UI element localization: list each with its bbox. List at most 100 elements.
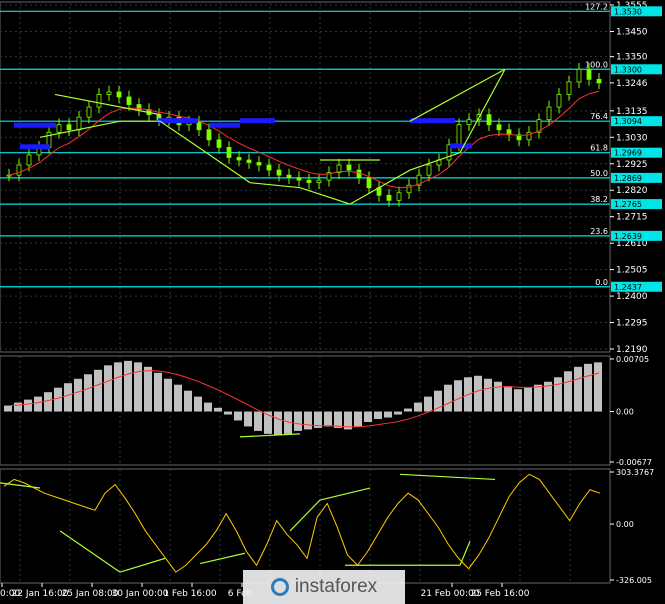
fib-level-pct: 50.0	[590, 169, 608, 178]
oscillator-trend-line	[319, 487, 371, 501]
oscillator-trend-line	[59, 530, 121, 573]
support-resistance-zone	[158, 118, 198, 124]
histogram-panel: 0.00705 0.00 -0.00677	[0, 355, 652, 467]
trend-line	[39, 68, 506, 205]
histogram-bar	[234, 411, 242, 421]
fib-level-pct: 23.6	[590, 227, 608, 236]
histogram-bar	[494, 381, 502, 412]
candle-body	[306, 179, 312, 184]
histogram-bar	[44, 392, 52, 412]
support-resistance-zone	[240, 118, 275, 124]
histogram-bar	[4, 405, 12, 412]
histogram-bar	[594, 362, 602, 412]
candle-body	[496, 124, 502, 131]
hist-tick-label: -0.00677	[616, 458, 652, 467]
histogram-bar	[414, 402, 422, 412]
chart-canvas: 1.35551.34501.33501.32461.31351.30301.29…	[0, 1, 662, 599]
fib-level-pct: 61.8	[590, 144, 608, 153]
fib-value-label: 1.2639	[614, 232, 642, 241]
histogram-bar	[184, 390, 192, 412]
logo-text: instaforex	[294, 576, 378, 597]
candle-body	[256, 162, 262, 166]
histogram-bar	[214, 407, 222, 412]
time-tick-label: 1 Feb 16:00	[163, 589, 217, 599]
oscillator-trend-line	[289, 499, 321, 532]
price-tick-label: 1.3030	[616, 133, 648, 143]
histogram-bar	[534, 384, 542, 412]
histogram-bar	[514, 389, 522, 412]
oscillator-trend-line	[199, 552, 246, 565]
candle-body	[526, 131, 532, 141]
trend-line	[54, 93, 161, 116]
oscillator-frame	[0, 468, 611, 584]
candle-body	[296, 177, 302, 181]
price-tick-label: 1.2400	[616, 292, 648, 302]
fib-value-label: 1.3094	[614, 117, 642, 126]
candle-body	[386, 194, 392, 201]
watermark-logo: instaforex	[243, 570, 405, 604]
candle-body	[246, 159, 252, 163]
histogram-bar	[114, 362, 122, 412]
fib-value-label: 1.2437	[614, 283, 642, 292]
candle-body	[16, 164, 22, 176]
price-panel: 1.35551.34501.33501.32461.31351.30301.29…	[0, 1, 662, 583]
histogram-bar	[94, 369, 102, 412]
candle-body	[26, 154, 32, 166]
candle-body	[426, 164, 432, 176]
price-tick-label: 1.2295	[616, 319, 648, 329]
histogram-bar	[244, 411, 252, 427]
candle-body	[226, 146, 232, 158]
candle-body	[216, 139, 222, 148]
histogram-bar	[124, 360, 132, 412]
candle-body	[66, 124, 72, 131]
histogram-bar	[64, 383, 72, 412]
osc-tick-label: 0.00	[616, 520, 634, 529]
candle-body	[286, 174, 292, 179]
support-resistance-zone	[210, 122, 240, 128]
histogram-bar	[14, 402, 22, 412]
histogram-bar	[554, 377, 562, 412]
time-tick-label: 25 Feb 16:00	[470, 589, 529, 599]
fib-level-pct: 127.2	[585, 2, 608, 11]
oscillator-trend-line	[119, 557, 166, 573]
oscillator-trend-line	[399, 473, 496, 481]
price-tick-label: 1.3135	[616, 107, 648, 117]
histogram-bar	[274, 411, 282, 436]
price-tick-label: 1.2820	[616, 186, 648, 196]
candle-body	[586, 68, 592, 80]
candle-body	[76, 116, 82, 131]
candle-body	[236, 157, 242, 161]
histogram-bar	[144, 366, 152, 412]
candle-body	[96, 94, 102, 108]
oscillator-line	[3, 473, 601, 573]
price-tick-label: 1.2190	[616, 345, 648, 355]
support-resistance-zone	[450, 143, 472, 149]
support-resistance-zone	[14, 122, 56, 128]
price-frame	[0, 1, 611, 353]
price-tick-label: 1.3246	[616, 79, 648, 89]
candle-body	[276, 169, 282, 176]
oscillator-panel: 303.3767 0.00 -326.005	[0, 468, 654, 585]
candle-body	[206, 129, 212, 141]
histogram-bar	[404, 408, 412, 412]
candle-body	[486, 114, 492, 126]
histogram-bar	[34, 396, 42, 412]
histogram-bar	[484, 378, 492, 412]
histogram-bar	[454, 380, 462, 412]
histogram-bar	[74, 378, 82, 412]
histogram-bar	[424, 396, 432, 412]
candle-body	[346, 164, 352, 171]
histogram-bar	[504, 386, 512, 412]
histogram-bar	[354, 411, 362, 427]
candle-body	[546, 106, 552, 121]
histogram-bar	[374, 411, 382, 419]
histogram-bar	[84, 374, 92, 412]
candle-body	[196, 121, 202, 131]
fib-value-label: 1.2969	[614, 149, 642, 158]
hist-tick-label: 0.00705	[616, 355, 649, 364]
hist-tick-label: 0.00	[616, 408, 634, 417]
circle-logo-icon	[270, 578, 289, 596]
candle-body	[596, 78, 602, 84]
price-tick-label: 1.2505	[616, 266, 648, 276]
fib-level-pct: 76.4	[590, 112, 608, 121]
